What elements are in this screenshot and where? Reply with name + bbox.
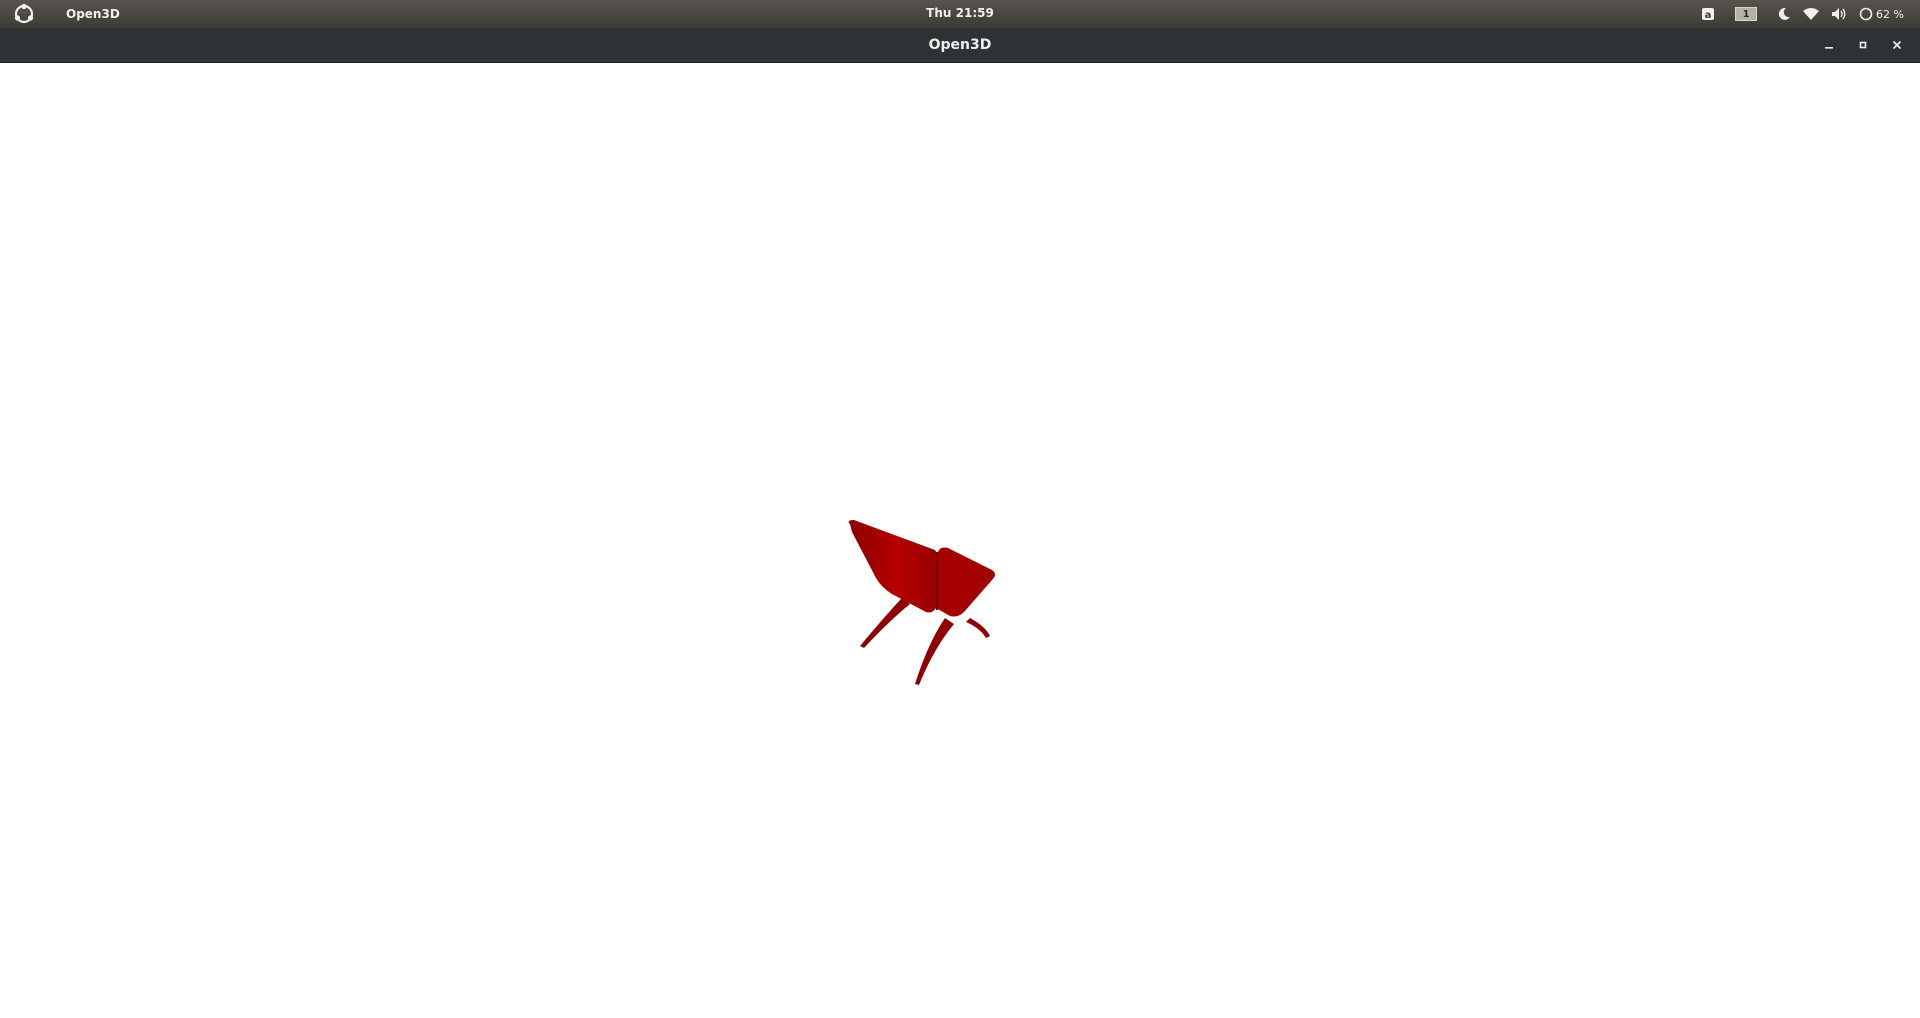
minimize-icon	[1825, 47, 1833, 49]
night-light-indicator[interactable]	[1771, 0, 1797, 28]
open3d-render-viewport[interactable]	[0, 63, 1920, 1018]
maximize-button[interactable]	[1846, 28, 1880, 62]
top-panel-left: Open3D	[0, 0, 120, 28]
battery-percent: 62 %	[1876, 7, 1904, 21]
chair-leg-front-right	[915, 618, 954, 685]
chair-leg-back-right	[966, 618, 990, 638]
chair-seat-left	[848, 520, 938, 613]
app-menu[interactable]: Open3D	[66, 7, 120, 21]
top-panel: Open3D Thu 21:59 a 1 62 %	[0, 0, 1920, 28]
activities-button[interactable]	[0, 0, 48, 28]
chair-mesh[interactable]	[840, 518, 1020, 698]
clock[interactable]: Thu 21:59	[926, 6, 994, 20]
network-indicator[interactable]	[1797, 0, 1825, 28]
workspace-indicator[interactable]: 1	[1735, 7, 1758, 21]
speaker-icon	[1832, 8, 1846, 20]
battery-ring-icon	[1859, 7, 1873, 21]
minimize-button[interactable]	[1812, 28, 1846, 62]
volume-indicator[interactable]	[1825, 0, 1853, 28]
keyboard-layout-indicator[interactable]: a	[1695, 0, 1721, 28]
system-tray: a 1 62 %	[1695, 0, 1910, 28]
window-titlebar[interactable]: Open3D	[0, 28, 1920, 63]
clock-area: Thu 21:59	[0, 0, 1920, 28]
battery-indicator[interactable]: 62 %	[1853, 0, 1910, 28]
keyboard-indicator-label: a	[1705, 10, 1712, 21]
chair-seat-right	[936, 547, 995, 617]
workspace-switcher[interactable]: 1	[1721, 0, 1771, 28]
ubuntu-budgie-logo-icon	[14, 4, 34, 24]
moon-icon	[1778, 7, 1791, 20]
maximize-icon	[1859, 41, 1867, 49]
wifi-icon	[1803, 8, 1820, 20]
close-button[interactable]	[1880, 28, 1914, 62]
window-title: Open3D	[928, 37, 992, 53]
close-icon	[1892, 40, 1902, 50]
window-controls	[1812, 28, 1914, 62]
keyboard-indicator-icon: a	[1702, 8, 1715, 21]
chair-leg-front-left	[860, 598, 910, 648]
